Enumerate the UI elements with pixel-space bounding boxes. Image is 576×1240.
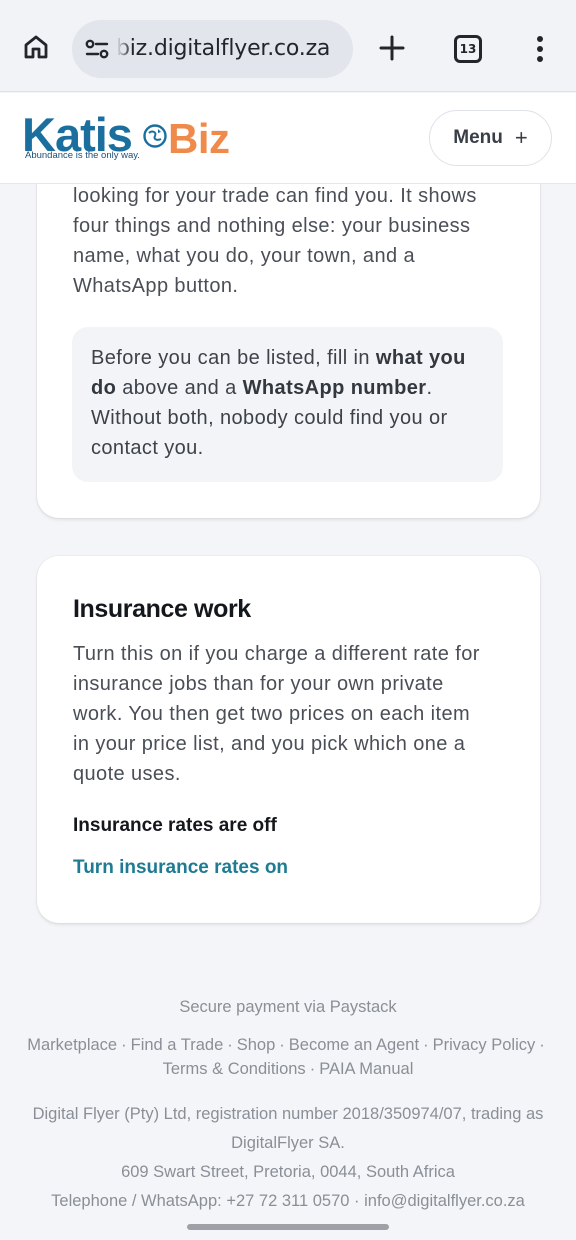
footer-links: Marketplace · Find a Trade · Shop · Become an … — [27, 1036, 545, 1078]
insurance-description: Turn this on if you charge a different r… — [73, 643, 480, 785]
insurance-status: Insurance rates are off — [73, 815, 277, 836]
address-bar[interactable]: biz.digitalflyer.co.za — [72, 20, 353, 78]
footer-link-privacy-policy[interactable]: Privacy Policy — [433, 1036, 536, 1054]
footer-link-shop[interactable]: Shop — [237, 1036, 276, 1054]
footer-link-marketplace[interactable]: Marketplace — [27, 1036, 117, 1054]
footer-link-terms[interactable]: Terms & Conditions — [163, 1060, 306, 1078]
more-options-icon[interactable] — [533, 35, 547, 63]
site-header: Katis Biz Abundance is the only way. Men… — [0, 93, 576, 184]
turn-insurance-rates-on-link[interactable]: Turn insurance rates on — [73, 857, 288, 879]
insurance-title: Insurance work — [73, 595, 251, 623]
new-tab-icon[interactable] — [378, 34, 406, 62]
company-contact: Telephone / WhatsApp: +27 72 311 0570 · … — [51, 1192, 525, 1210]
listing-description: looking for your trade can find you. It … — [73, 185, 477, 297]
tab-switcher-button[interactable]: 13 — [454, 35, 482, 63]
company-info: Digital Flyer (Pty) Ltd, registration nu… — [0, 1100, 576, 1216]
plus-icon: + — [514, 125, 528, 150]
home-icon[interactable] — [22, 33, 50, 61]
payment-note: Secure payment via Paystack — [179, 998, 397, 1016]
company-address: 609 Swart Street, Pretoria, 0044, South … — [121, 1163, 455, 1181]
browser-toolbar: biz.digitalflyer.co.za 13 — [0, 0, 576, 92]
footer-link-paia-manual[interactable]: PAIA Manual — [319, 1060, 413, 1078]
footer-link-become-an-agent[interactable]: Become an Agent — [289, 1036, 419, 1054]
site-settings-icon[interactable] — [84, 37, 110, 61]
gesture-navigation-bar[interactable] — [187, 1224, 389, 1230]
globe-icon — [143, 124, 167, 148]
url-text[interactable]: biz.digitalflyer.co.za — [109, 36, 330, 64]
listing-requirements-notice: Before you can be listed, fill in what y… — [72, 327, 503, 482]
footer-link-find-a-trade[interactable]: Find a Trade — [131, 1036, 224, 1054]
menu-button[interactable]: Menu + — [429, 110, 552, 166]
katisbiz-logo[interactable]: Katis Biz Abundance is the only way. — [22, 108, 242, 163]
